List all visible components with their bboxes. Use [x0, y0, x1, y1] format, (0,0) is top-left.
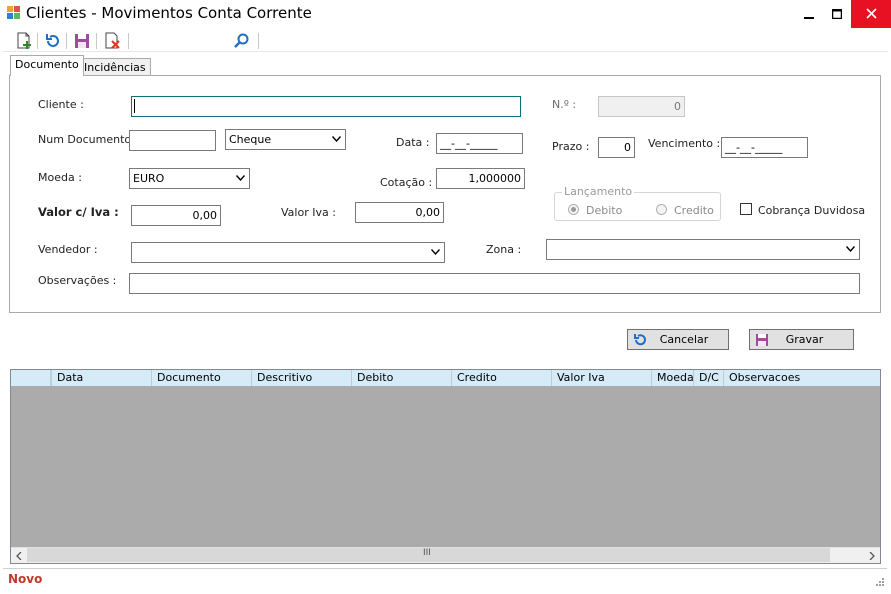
grid-header: Data Documento Descritivo Debito Credito… [11, 370, 880, 386]
toolbar-separator [258, 33, 259, 49]
maximize-button[interactable] [823, 0, 851, 28]
chevron-down-icon [846, 246, 855, 252]
zona-select[interactable] [546, 239, 860, 260]
column-header-data[interactable]: Data [51, 370, 151, 386]
tipo-documento-value: Cheque [229, 133, 272, 146]
data-input[interactable]: __-__-_____ [436, 133, 523, 154]
cobranca-duvidosa-label: Cobrança Duvidosa [758, 204, 866, 217]
cancelar-button[interactable]: Cancelar [627, 329, 729, 350]
app-icon [7, 6, 20, 19]
vendedor-select[interactable] [131, 242, 445, 263]
valor-civa-input[interactable]: 0,00 [131, 205, 221, 226]
vendedor-label: Vendedor : [38, 243, 98, 256]
gravar-label: Gravar [785, 333, 824, 346]
scroll-grip: III [423, 548, 431, 558]
numero-input[interactable]: 0 [598, 96, 685, 117]
save-icon[interactable] [73, 32, 91, 50]
column-header-dc[interactable]: D/C [693, 370, 723, 386]
tab-incidencias[interactable]: Incidências [79, 58, 151, 75]
cliente-input[interactable] [131, 96, 521, 117]
save-icon [756, 334, 768, 346]
maximize-icon [831, 8, 843, 20]
minimize-icon [804, 17, 814, 19]
prazo-input[interactable]: 0 [598, 137, 635, 158]
column-header-debito[interactable]: Debito [351, 370, 451, 386]
valor-civa-label: Valor c/ Iva : [38, 205, 119, 219]
chevron-down-icon [236, 175, 245, 181]
lancamento-group-title: Lançamento [562, 185, 635, 198]
text-cursor [134, 99, 135, 113]
status-bar [3, 568, 887, 588]
credito-radio[interactable] [656, 204, 667, 215]
undo-icon [634, 334, 646, 346]
column-header-documento[interactable]: Documento [151, 370, 251, 386]
refresh-icon[interactable] [44, 32, 62, 50]
status-text: Novo [8, 572, 43, 586]
scroll-left-icon[interactable] [15, 552, 23, 560]
vencimento-label: Vencimento : [648, 137, 721, 150]
debito-radio[interactable] [568, 204, 579, 215]
cobranca-duvidosa-checkbox[interactable] [740, 203, 752, 215]
column-header-observacoes[interactable]: Observacoes [723, 370, 880, 386]
column-header-moeda[interactable]: Moeda [651, 370, 694, 386]
scroll-right-icon[interactable] [868, 552, 876, 560]
prazo-label: Prazo : [552, 140, 590, 153]
close-icon [865, 8, 877, 19]
valor-iva-label: Valor Iva : [281, 206, 336, 219]
cancelar-label: Cancelar [659, 333, 709, 346]
horizontal-scroll-thumb[interactable]: III [27, 548, 830, 562]
cotacao-label: Cotação : [380, 176, 433, 189]
minimize-button[interactable] [795, 0, 823, 28]
gravar-button[interactable]: Gravar [749, 329, 854, 350]
valor-iva-input[interactable]: 0,00 [355, 202, 444, 223]
movimentos-grid[interactable] [10, 369, 881, 564]
toolbar-separator [128, 33, 129, 49]
moeda-label: Moeda : [38, 171, 82, 184]
moeda-value: EURO [133, 172, 165, 185]
tab-documento[interactable]: Documento [10, 55, 84, 76]
toolbar [3, 30, 888, 52]
observacoes-label: Observações : [38, 274, 117, 287]
toolbar-separator [37, 33, 38, 49]
toolbar-separator [66, 33, 67, 49]
moeda-select[interactable]: EURO [129, 168, 250, 189]
vencimento-input[interactable]: __-__-_____ [721, 137, 808, 158]
delete-document-icon[interactable] [103, 32, 121, 50]
window-title: Clientes - Movimentos Conta Corrente [26, 4, 312, 22]
debito-label: Debito [586, 204, 623, 217]
num-documento-label: Num Documento : [38, 133, 139, 146]
column-header-valor-iva[interactable]: Valor Iva [551, 370, 651, 386]
chevron-down-icon [431, 249, 440, 255]
new-document-icon[interactable] [15, 32, 33, 50]
row-header-corner [11, 370, 51, 386]
data-label: Data : [396, 136, 430, 149]
cliente-label: Cliente : [38, 98, 84, 111]
cotacao-input[interactable]: 1,000000 [436, 168, 525, 189]
num-documento-input[interactable] [129, 130, 216, 151]
zona-label: Zona : [486, 243, 522, 256]
observacoes-input[interactable] [129, 273, 860, 294]
column-header-credito[interactable]: Credito [451, 370, 551, 386]
close-button[interactable] [851, 0, 891, 28]
chevron-down-icon [332, 136, 341, 142]
tipo-documento-select[interactable]: Cheque [225, 129, 346, 150]
column-header-descritivo[interactable]: Descritivo [251, 370, 351, 386]
numero-label: N.º : [552, 98, 577, 111]
resize-grip-icon[interactable] [874, 576, 884, 586]
search-icon[interactable] [233, 32, 251, 50]
credito-label: Credito [674, 204, 714, 217]
toolbar-separator [96, 33, 97, 49]
